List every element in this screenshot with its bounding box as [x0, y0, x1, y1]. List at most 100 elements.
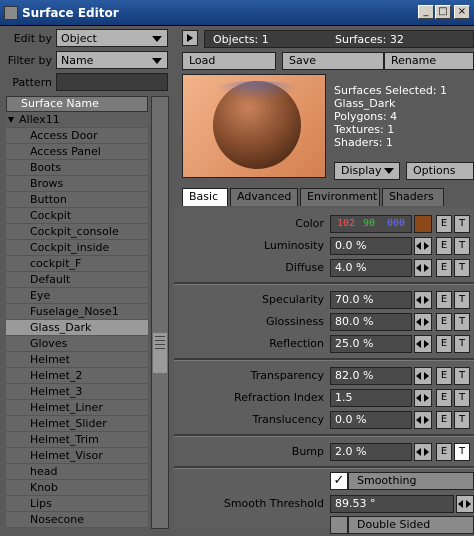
- list-item[interactable]: Cockpit: [6, 208, 148, 224]
- list-item[interactable]: Helmet_Visor: [6, 448, 148, 464]
- glossiness-spinner[interactable]: [414, 313, 432, 331]
- glossiness-field[interactable]: 80.0 %: [330, 313, 412, 331]
- list-item[interactable]: head: [6, 464, 148, 480]
- list-item[interactable]: Gloves: [6, 336, 148, 352]
- envelope-button[interactable]: E: [436, 215, 452, 233]
- envelope-button[interactable]: E: [436, 411, 452, 429]
- bump-spinner[interactable]: [414, 443, 432, 461]
- list-item[interactable]: Helmet_Slider: [6, 416, 148, 432]
- luminosity-spinner[interactable]: [414, 237, 432, 255]
- specularity-field[interactable]: 70.0 %: [330, 291, 412, 309]
- texture-button[interactable]: T: [454, 237, 470, 255]
- translucency-row: Translucency 0.0 % E T: [174, 410, 474, 430]
- specularity-row: Specularity 70.0 % E T: [174, 290, 474, 310]
- texture-button[interactable]: T: [454, 313, 470, 331]
- texture-button[interactable]: T: [454, 389, 470, 407]
- reflection-spinner[interactable]: [414, 335, 432, 353]
- texture-button[interactable]: T: [454, 443, 470, 461]
- display-dropdown[interactable]: Display: [334, 162, 400, 180]
- texture-button[interactable]: T: [454, 411, 470, 429]
- list-item[interactable]: Button: [6, 192, 148, 208]
- smoothing-checkbox[interactable]: ✓: [330, 472, 348, 490]
- color-swatch[interactable]: [414, 215, 432, 233]
- close-icon[interactable]: ×: [454, 5, 470, 19]
- list-item[interactable]: Fuselage_Nose1: [6, 304, 148, 320]
- save-button[interactable]: Save: [282, 52, 384, 70]
- list-item[interactable]: Eye: [6, 288, 148, 304]
- envelope-button[interactable]: E: [436, 389, 452, 407]
- checkmark-icon: ✓: [333, 473, 345, 488]
- envelope-button[interactable]: E: [436, 335, 452, 353]
- texture-button[interactable]: T: [454, 367, 470, 385]
- refraction-spinner[interactable]: [414, 389, 432, 407]
- list-scrollbar[interactable]: [151, 96, 169, 529]
- list-item[interactable]: Helmet: [6, 352, 148, 368]
- list-item[interactable]: Nosecone: [6, 512, 148, 528]
- list-item[interactable]: Access Door: [6, 128, 148, 144]
- list-item[interactable]: Helmet_3: [6, 384, 148, 400]
- pattern-label: Pattern: [12, 76, 52, 89]
- list-item[interactable]: Knob: [6, 480, 148, 496]
- tab-advanced[interactable]: Advanced: [230, 188, 298, 206]
- diffuse-field[interactable]: 4.0 %: [330, 259, 412, 277]
- filter-by-dropdown[interactable]: Name: [56, 51, 168, 69]
- bump-field[interactable]: 2.0 %: [330, 443, 412, 461]
- envelope-button[interactable]: E: [436, 313, 452, 331]
- list-item[interactable]: Helmet_Trim: [6, 432, 148, 448]
- luminosity-field[interactable]: 0.0 %: [330, 237, 412, 255]
- reflection-field[interactable]: 25.0 %: [330, 335, 412, 353]
- group-row[interactable]: Allex11: [6, 112, 148, 128]
- expand-triangle-icon[interactable]: [8, 117, 14, 123]
- maximize-icon[interactable]: □: [435, 5, 451, 19]
- smooth-threshold-spinner[interactable]: [456, 495, 474, 513]
- surface-name-header[interactable]: Surface Name: [6, 96, 148, 112]
- refraction-field[interactable]: 1.5: [330, 389, 412, 407]
- list-item[interactable]: Access Panel: [6, 144, 148, 160]
- preview-sphere: [213, 81, 301, 169]
- texture-button[interactable]: T: [454, 259, 470, 277]
- list-item[interactable]: Boots: [6, 160, 148, 176]
- smooth-threshold-field[interactable]: 89.53 °: [330, 495, 454, 513]
- texture-button[interactable]: T: [454, 215, 470, 233]
- list-item[interactable]: Helmet_2: [6, 368, 148, 384]
- transparency-spinner[interactable]: [414, 367, 432, 385]
- list-item[interactable]: Lips: [6, 496, 148, 512]
- envelope-button[interactable]: E: [436, 237, 452, 255]
- envelope-button[interactable]: E: [436, 367, 452, 385]
- smoothing-label[interactable]: Smoothing: [348, 472, 474, 490]
- list-item[interactable]: Cockpit_inside: [6, 240, 148, 256]
- double-sided-label[interactable]: Double Sided: [348, 516, 474, 534]
- texture-button[interactable]: T: [454, 291, 470, 309]
- diffuse-spinner[interactable]: [414, 259, 432, 277]
- tab-shaders[interactable]: Shaders: [382, 188, 444, 206]
- bump-row: Bump 2.0 % E T: [174, 442, 474, 462]
- transparency-field[interactable]: 82.0 %: [330, 367, 412, 385]
- app-icon: [4, 6, 18, 20]
- pattern-input[interactable]: [56, 73, 168, 91]
- options-button[interactable]: Options: [406, 162, 474, 180]
- specularity-spinner[interactable]: [414, 291, 432, 309]
- envelope-button[interactable]: E: [436, 291, 452, 309]
- list-item[interactable]: Brows: [6, 176, 148, 192]
- load-button[interactable]: Load: [182, 52, 276, 70]
- list-item[interactable]: cockpit_F: [6, 256, 148, 272]
- list-item[interactable]: Cockpit_console: [6, 224, 148, 240]
- list-item[interactable]: Helmet_Liner: [6, 400, 148, 416]
- translucency-field[interactable]: 0.0 %: [330, 411, 412, 429]
- tab-basic[interactable]: Basic: [182, 188, 228, 206]
- list-item[interactable]: Glass_Dark: [6, 320, 148, 336]
- color-values[interactable]: 102 90 000: [330, 215, 412, 233]
- double-sided-checkbox[interactable]: [330, 516, 348, 534]
- tab-environment[interactable]: Environment: [300, 188, 380, 206]
- edit-by-dropdown[interactable]: Object: [56, 29, 168, 47]
- translucency-spinner[interactable]: [414, 411, 432, 429]
- scroll-thumb[interactable]: [153, 333, 167, 373]
- minimize-icon[interactable]: _: [418, 5, 434, 19]
- color-g: 90: [363, 218, 376, 229]
- expand-button[interactable]: [182, 30, 198, 46]
- envelope-button[interactable]: E: [436, 443, 452, 461]
- texture-button[interactable]: T: [454, 335, 470, 353]
- list-item[interactable]: Default: [6, 272, 148, 288]
- envelope-button[interactable]: E: [436, 259, 452, 277]
- rename-button[interactable]: Rename: [384, 52, 474, 70]
